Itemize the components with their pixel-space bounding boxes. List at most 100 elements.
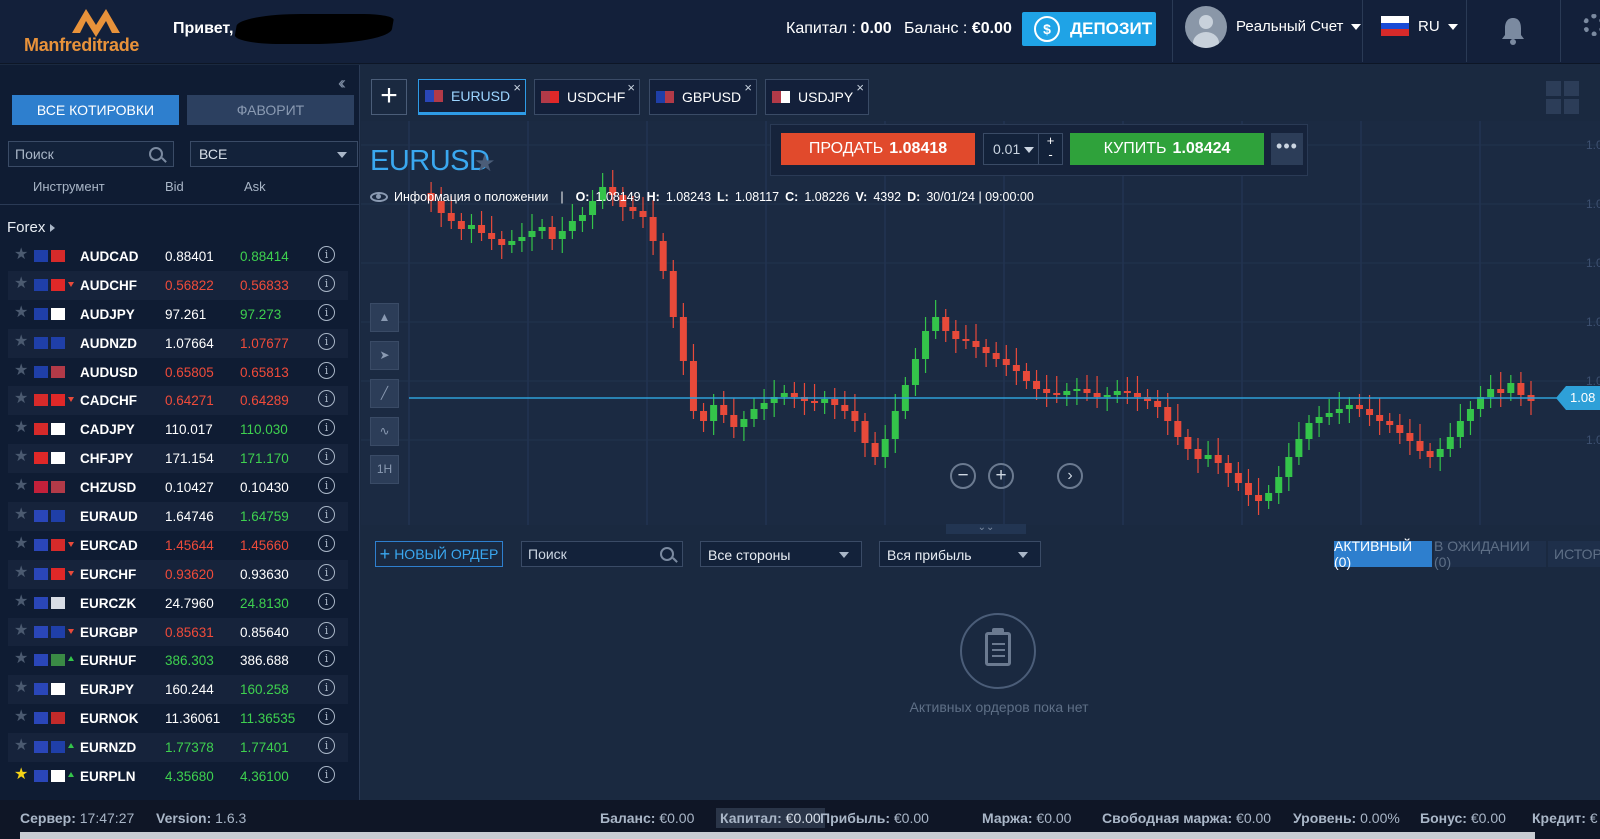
instrument-row[interactable]: ★ AUDUSD 0.65805 0.65813 i (8, 358, 348, 387)
instrument-search-input[interactable]: Поиск (8, 141, 174, 167)
favorite-star-icon[interactable]: ★ (14, 507, 28, 523)
favorite-star-icon[interactable]: ★ (14, 738, 28, 754)
favorite-star-icon[interactable]: ★ (14, 593, 28, 610)
decrement-button[interactable]: - (1039, 148, 1062, 162)
instrument-row[interactable]: ★ AUDNZD 1.07664 1.07677 i (8, 328, 348, 358)
tab-all-quotes[interactable]: ВСЕ КОТИРОВКИ (12, 95, 179, 125)
info-icon[interactable]: i (318, 621, 335, 639)
timeframe-button[interactable]: 1H (370, 455, 399, 484)
favorite-star-icon[interactable]: ★ (14, 247, 28, 263)
instrument-row[interactable]: ★ EURGBP 0.85631 0.85640 i (8, 617, 348, 647)
profit-filter-select[interactable]: Вся прибыль (879, 541, 1041, 567)
instrument-row[interactable]: ★ EURCAD 1.45644 1.45660 i (8, 531, 348, 560)
eye-icon[interactable] (370, 192, 388, 202)
instrument-row[interactable]: ★ CADJPY 110.017 110.030 i (8, 415, 348, 444)
favorite-star-icon[interactable]: ★ (14, 767, 28, 783)
instrument-row[interactable]: ★ CADCHF 0.64271 0.64289 i (8, 386, 348, 416)
close-icon[interactable]: × (627, 80, 635, 95)
tab-chart-usdchf[interactable]: USDCHF × (534, 79, 640, 115)
info-icon[interactable]: i (318, 592, 335, 610)
add-chart-tab-button[interactable]: + (371, 79, 407, 115)
more-options-button[interactable]: ••• (1271, 133, 1303, 165)
favorite-star-icon[interactable]: ★ (14, 622, 28, 639)
info-icon[interactable]: i (318, 361, 335, 379)
info-icon[interactable]: i (318, 448, 335, 466)
favorite-star-icon[interactable]: ★ (14, 449, 28, 465)
favorite-star-icon[interactable]: ★ (14, 304, 28, 321)
tab-chart-usdjpy[interactable]: USDJPY × (765, 79, 869, 115)
buy-button[interactable]: КУПИТЬ 1.08424 (1070, 133, 1264, 165)
info-icon[interactable]: i (318, 246, 335, 263)
tab-chart-gbpusd[interactable]: GBPUSD × (649, 79, 757, 115)
avatar[interactable] (1185, 6, 1227, 48)
sell-button[interactable]: ПРОДАТЬ 1.08418 (781, 133, 975, 165)
star-icon[interactable]: ★ (474, 149, 496, 178)
trendline-icon[interactable]: ╱ (370, 379, 399, 408)
layout-grid-icon[interactable] (1546, 81, 1580, 115)
info-icon[interactable]: i (318, 274, 335, 292)
info-icon[interactable]: i (318, 650, 335, 668)
info-icon[interactable]: i (318, 563, 335, 581)
favorite-star-icon[interactable]: ★ (14, 535, 28, 552)
info-icon[interactable]: i (318, 766, 335, 784)
info-icon[interactable]: i (318, 419, 335, 437)
instrument-row[interactable]: ★ AUDCAD 0.88401 0.88414 i (8, 242, 348, 271)
lot-size-input[interactable]: 0.01 + - (983, 133, 1063, 165)
instrument-row[interactable]: ★ CHFJPY 171.154 171.170 i (8, 444, 348, 474)
price-chart[interactable]: 1.0 1.0 1.0 1.0 1.0 1.0 EURUSD ★ Информация о… (361, 121, 1600, 525)
tab-pending-orders[interactable]: В ОЖИДАНИИ (0) (1434, 538, 1546, 570)
increment-button[interactable]: + (1039, 134, 1062, 148)
instrument-row[interactable]: ★ EURCHF 0.93620 0.93630 i (8, 559, 348, 589)
favorite-star-icon[interactable]: ★ (14, 333, 28, 350)
favorite-star-icon[interactable]: ★ (14, 709, 28, 725)
group-forex[interactable]: Forex (7, 219, 55, 236)
indicator-icon[interactable]: ∿ (370, 417, 399, 446)
instrument-row[interactable]: ★ EURNOK 11.36061 11.36535 i (8, 704, 348, 733)
info-icon[interactable]: i (318, 477, 335, 495)
close-icon[interactable]: × (513, 80, 521, 95)
favorite-star-icon[interactable]: ★ (14, 478, 28, 494)
cursor-arrow-icon[interactable]: ➤ (370, 341, 399, 370)
tab-order-history[interactable]: ИСТОРИЯ (1548, 541, 1600, 567)
instrument-row[interactable]: ★ EURCZK 24.7960 24.8130 i (8, 589, 348, 618)
favorite-star-icon[interactable]: ★ (14, 564, 28, 581)
instrument-row[interactable]: ★ EURPLN 4.35680 4.36100 i (8, 762, 348, 791)
info-icon[interactable]: i (318, 506, 335, 524)
candlestick-chart[interactable]: 1.0 1.0 1.0 1.0 1.0 1.0 (361, 121, 1600, 525)
new-order-button[interactable]: + НОВЫЙ ОРДЕР (375, 541, 503, 567)
collapse-icon[interactable]: ‹‹ (338, 73, 346, 94)
russia-flag-icon[interactable] (1381, 16, 1409, 37)
scroll-right-icon[interactable]: › (1057, 463, 1083, 489)
tab-active-orders[interactable]: АКТИВНЫЙ (0) (1334, 538, 1432, 570)
info-icon[interactable]: i (318, 737, 335, 755)
lot-stepper[interactable]: + - (1038, 134, 1062, 164)
instrument-row[interactable]: ★ EURJPY 160.244 160.258 i (8, 675, 348, 705)
horizontal-scrollbar[interactable] (20, 832, 1535, 839)
info-icon[interactable]: i (318, 390, 335, 408)
favorite-star-icon[interactable]: ★ (14, 651, 28, 667)
favorite-star-icon[interactable]: ★ (14, 362, 28, 379)
tab-favorites[interactable]: ФАВОРИТ (187, 95, 354, 125)
instrument-row[interactable]: ★ EURAUD 1.64746 1.64759 i (8, 502, 348, 531)
favorite-star-icon[interactable]: ★ (14, 275, 28, 292)
info-icon[interactable]: i (318, 534, 335, 552)
deposit-button[interactable]: $ ДЕПОЗИТ (1022, 12, 1156, 46)
instrument-row[interactable]: ★ AUDCHF 0.56822 0.56833 i (8, 270, 348, 300)
instrument-row[interactable]: ★ EURHUF 386.303 386.688 i (8, 646, 348, 675)
info-icon[interactable]: i (318, 679, 335, 697)
bell-icon[interactable] (1500, 15, 1526, 45)
area-chart-icon[interactable]: ▲ (370, 303, 399, 332)
close-icon[interactable]: × (856, 80, 864, 95)
instrument-row[interactable]: ★ EURNZD 1.77378 1.77401 i (8, 733, 348, 763)
favorite-star-icon[interactable]: ★ (14, 420, 28, 436)
category-filter-select[interactable]: ВСЕ (190, 141, 358, 167)
sides-filter-select[interactable]: Все стороны (700, 541, 862, 567)
favorite-star-icon[interactable]: ★ (14, 680, 28, 696)
instrument-row[interactable]: ★ AUDJPY 97.261 97.273 i (8, 300, 348, 329)
gear-icon[interactable] (1583, 14, 1600, 36)
info-icon[interactable]: i (318, 303, 335, 321)
info-icon[interactable]: i (318, 332, 335, 350)
info-icon[interactable]: i (318, 708, 335, 726)
tab-chart-eurusd[interactable]: EURUSD × (418, 79, 526, 115)
zoom-out-icon[interactable]: − (950, 463, 976, 489)
